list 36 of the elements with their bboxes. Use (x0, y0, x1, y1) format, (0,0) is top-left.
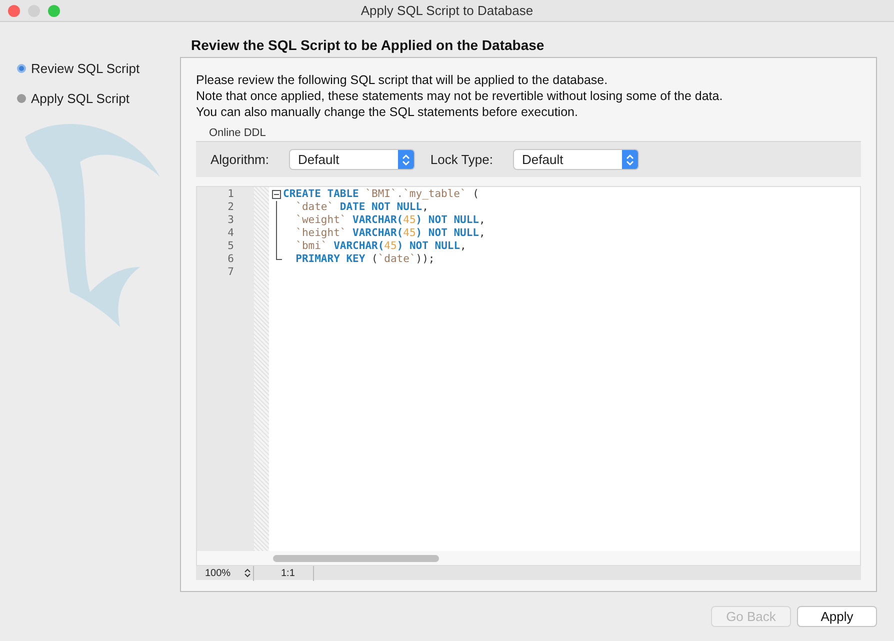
code-line: `date` DATE NOT NULL, (294, 201, 428, 214)
group-title: Online DDL (208, 126, 267, 139)
code-line: `weight` VARCHAR(45) NOT NULL, (294, 214, 486, 227)
algorithm-select[interactable]: Default (289, 149, 415, 170)
zoom-level[interactable]: 100% (196, 566, 254, 580)
horizontal-scrollbar[interactable] (273, 554, 439, 562)
line-number: 5 (228, 240, 234, 253)
code-line: PRIMARY KEY (`date`)); (294, 253, 435, 266)
code-line: `height` VARCHAR(45) NOT NULL, (294, 227, 486, 240)
line-number: 4 (228, 227, 234, 240)
line-number: 6 (228, 253, 234, 266)
stepper-icon (244, 568, 251, 578)
line-number: 3 (228, 214, 234, 227)
page-heading: Review the SQL Script to be Applied on the Database (190, 36, 546, 55)
line-number: 1 (228, 188, 234, 201)
step-label: Review SQL Script (31, 60, 140, 78)
description-text: Note that once applied, these statements may not be revertible without losing some of the data. (196, 88, 724, 104)
description-text: You can also manually change the SQL statements before execution. (196, 104, 579, 120)
fold-end (276, 253, 282, 260)
code-line: `bmi` VARCHAR(45) NOT NULL, (294, 240, 466, 253)
lock-type-select[interactable]: Default (513, 149, 639, 170)
line-number: 7 (228, 266, 234, 279)
stepper-icon (622, 150, 638, 169)
zoom-icon[interactable] (48, 5, 60, 17)
cursor-position: 1:1 (254, 566, 314, 580)
algorithm-label: Algorithm: (209, 150, 270, 169)
window-title: Apply SQL Script to Database (360, 2, 534, 20)
fold-icon[interactable] (272, 190, 280, 199)
stepper-icon (398, 150, 414, 169)
dialog-button[interactable]: Apply (797, 606, 877, 627)
step-label: Apply SQL Script (31, 90, 130, 108)
code-line: CREATE TABLE `BMI`.`my_table` ( (283, 188, 479, 201)
line-number: 2 (228, 201, 234, 214)
description-text: Please review the following SQL script that will be applied to the database. (196, 72, 609, 88)
close-icon[interactable] (8, 5, 20, 17)
lock-type-label: Lock Type: (429, 150, 494, 169)
